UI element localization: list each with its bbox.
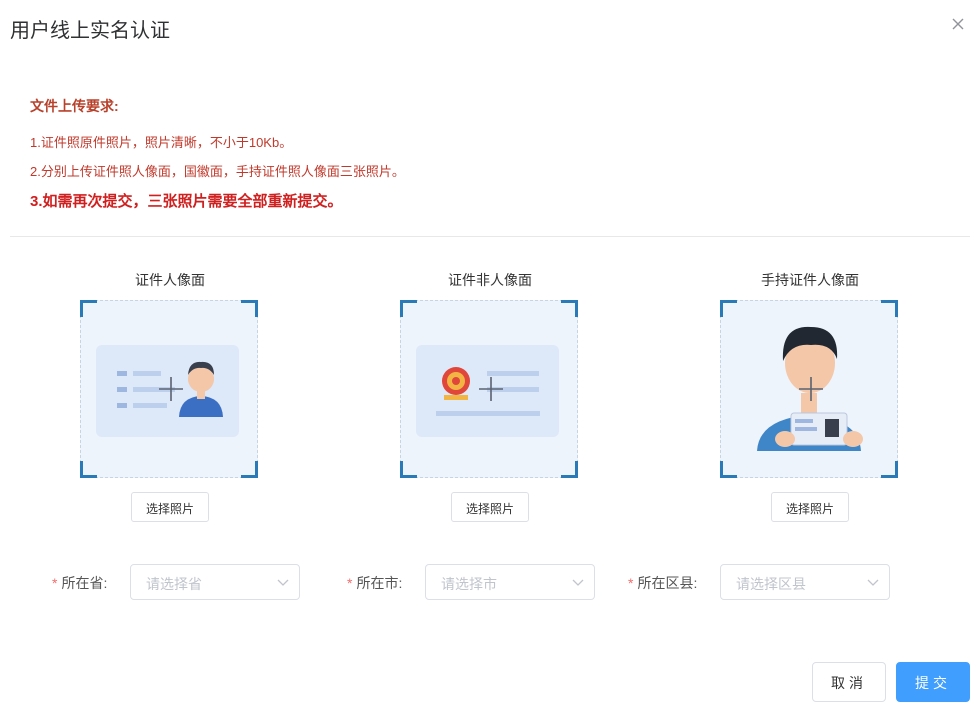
upload-label: 证件非人像面 — [448, 272, 532, 288]
close-button[interactable] — [948, 14, 968, 34]
submit-button[interactable]: 提交 — [896, 662, 970, 702]
requirement-line: 1.证件照原件照片，照片清晰，不小于10Kb。 — [30, 135, 293, 150]
required-mark: * — [628, 575, 634, 591]
upload-emblem-side: 证件非人像面 选择照片 — [400, 270, 580, 522]
upload-label: 证件人像面 — [135, 272, 205, 288]
select-placeholder: 请选择区县 — [736, 576, 806, 592]
upload-area-emblem[interactable] — [400, 300, 578, 478]
requirement-line-emphasis: 3.如需再次提交，三张照片需要全部重新提交。 — [30, 193, 343, 210]
upload-label: 手持证件人像面 — [761, 272, 859, 288]
close-icon — [952, 18, 964, 30]
id-card-portrait-illustration — [96, 345, 239, 437]
upload-portrait-side: 证件人像面 选择照片 — [80, 270, 260, 522]
upload-area-holding[interactable] — [720, 300, 898, 478]
upload-area-portrait[interactable] — [80, 300, 258, 478]
chevron-down-icon — [867, 579, 879, 586]
district-label: * 所在区县: — [628, 575, 698, 591]
upload-requirements: 文件上传要求: 1.证件照原件照片，照片清晰，不小于10Kb。 2.分别上传证件… — [30, 96, 405, 221]
person-holding-id-illustration — [757, 326, 863, 451]
id-card-emblem-illustration — [416, 345, 559, 437]
divider — [10, 236, 970, 237]
district-field: * 所在区县: 请选择区县 — [0, 564, 900, 600]
select-photo-button[interactable]: 选择照片 — [131, 492, 209, 522]
dialog-title: 用户线上实名认证 — [10, 20, 170, 42]
requirement-line: 2.分别上传证件照人像面，国徽面，手持证件照人像面三张照片。 — [30, 164, 405, 179]
upload-holding-id: 手持证件人像面 选择照片 — [720, 270, 900, 522]
select-photo-button[interactable]: 选择照片 — [451, 492, 529, 522]
district-select[interactable]: 请选择区县 — [720, 564, 890, 600]
requirements-title: 文件上传要求: — [30, 98, 119, 114]
cancel-button[interactable]: 取消 — [812, 662, 886, 702]
select-photo-button[interactable]: 选择照片 — [771, 492, 849, 522]
